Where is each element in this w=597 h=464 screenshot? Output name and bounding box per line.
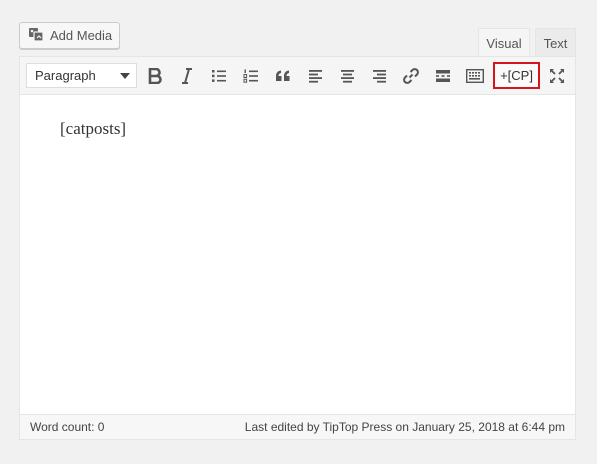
- editor-toolbar: Paragraph +[CP]: [20, 57, 575, 95]
- italic-icon: [182, 68, 192, 84]
- bold-icon: [148, 68, 162, 84]
- add-media-button[interactable]: Add Media: [19, 22, 120, 49]
- bold-button[interactable]: [142, 63, 168, 89]
- numbered-list-icon: [243, 69, 258, 83]
- align-left-button[interactable]: [302, 63, 328, 89]
- read-more-icon: [436, 70, 450, 82]
- toolbar-toggle-icon: [466, 69, 484, 83]
- tab-visual-label: Visual: [486, 35, 522, 51]
- align-right-button[interactable]: [366, 63, 392, 89]
- align-left-icon: [308, 70, 322, 83]
- numbered-list-button[interactable]: [238, 63, 264, 89]
- fullscreen-icon: [550, 69, 564, 83]
- catposts-button[interactable]: +[CP]: [493, 62, 540, 89]
- read-more-button[interactable]: [430, 63, 456, 89]
- align-center-icon: [340, 70, 354, 83]
- bullet-list-button[interactable]: [206, 63, 232, 89]
- link-button[interactable]: [398, 63, 424, 89]
- editor-box: Paragraph +[CP] [catposts] Word count: 0…: [19, 56, 576, 440]
- status-bar: Word count: 0 Last edited by TipTop Pres…: [20, 414, 575, 439]
- link-icon: [403, 68, 419, 84]
- align-center-button[interactable]: [334, 63, 360, 89]
- last-edited: Last edited by TipTop Press on January 2…: [244, 420, 565, 434]
- editor-content[interactable]: [catposts]: [60, 119, 126, 139]
- chevron-down-icon: [120, 73, 130, 79]
- tab-text-label: Text: [543, 35, 568, 51]
- format-select-value: Paragraph: [35, 68, 96, 83]
- align-right-icon: [372, 70, 386, 83]
- tab-visual[interactable]: Visual: [478, 28, 530, 57]
- italic-button[interactable]: [174, 63, 200, 89]
- word-count: Word count: 0: [30, 420, 105, 434]
- fullscreen-button[interactable]: [544, 63, 570, 89]
- blockquote-button[interactable]: [270, 63, 296, 89]
- tab-text[interactable]: Text: [535, 28, 576, 57]
- format-select[interactable]: Paragraph: [26, 63, 137, 88]
- media-icon: [28, 26, 50, 45]
- bullet-list-icon: [212, 70, 226, 82]
- catposts-button-label: +[CP]: [500, 68, 533, 83]
- add-media-label: Add Media: [50, 28, 113, 43]
- toolbar-toggle-button[interactable]: [462, 63, 488, 89]
- blockquote-icon: [276, 70, 290, 81]
